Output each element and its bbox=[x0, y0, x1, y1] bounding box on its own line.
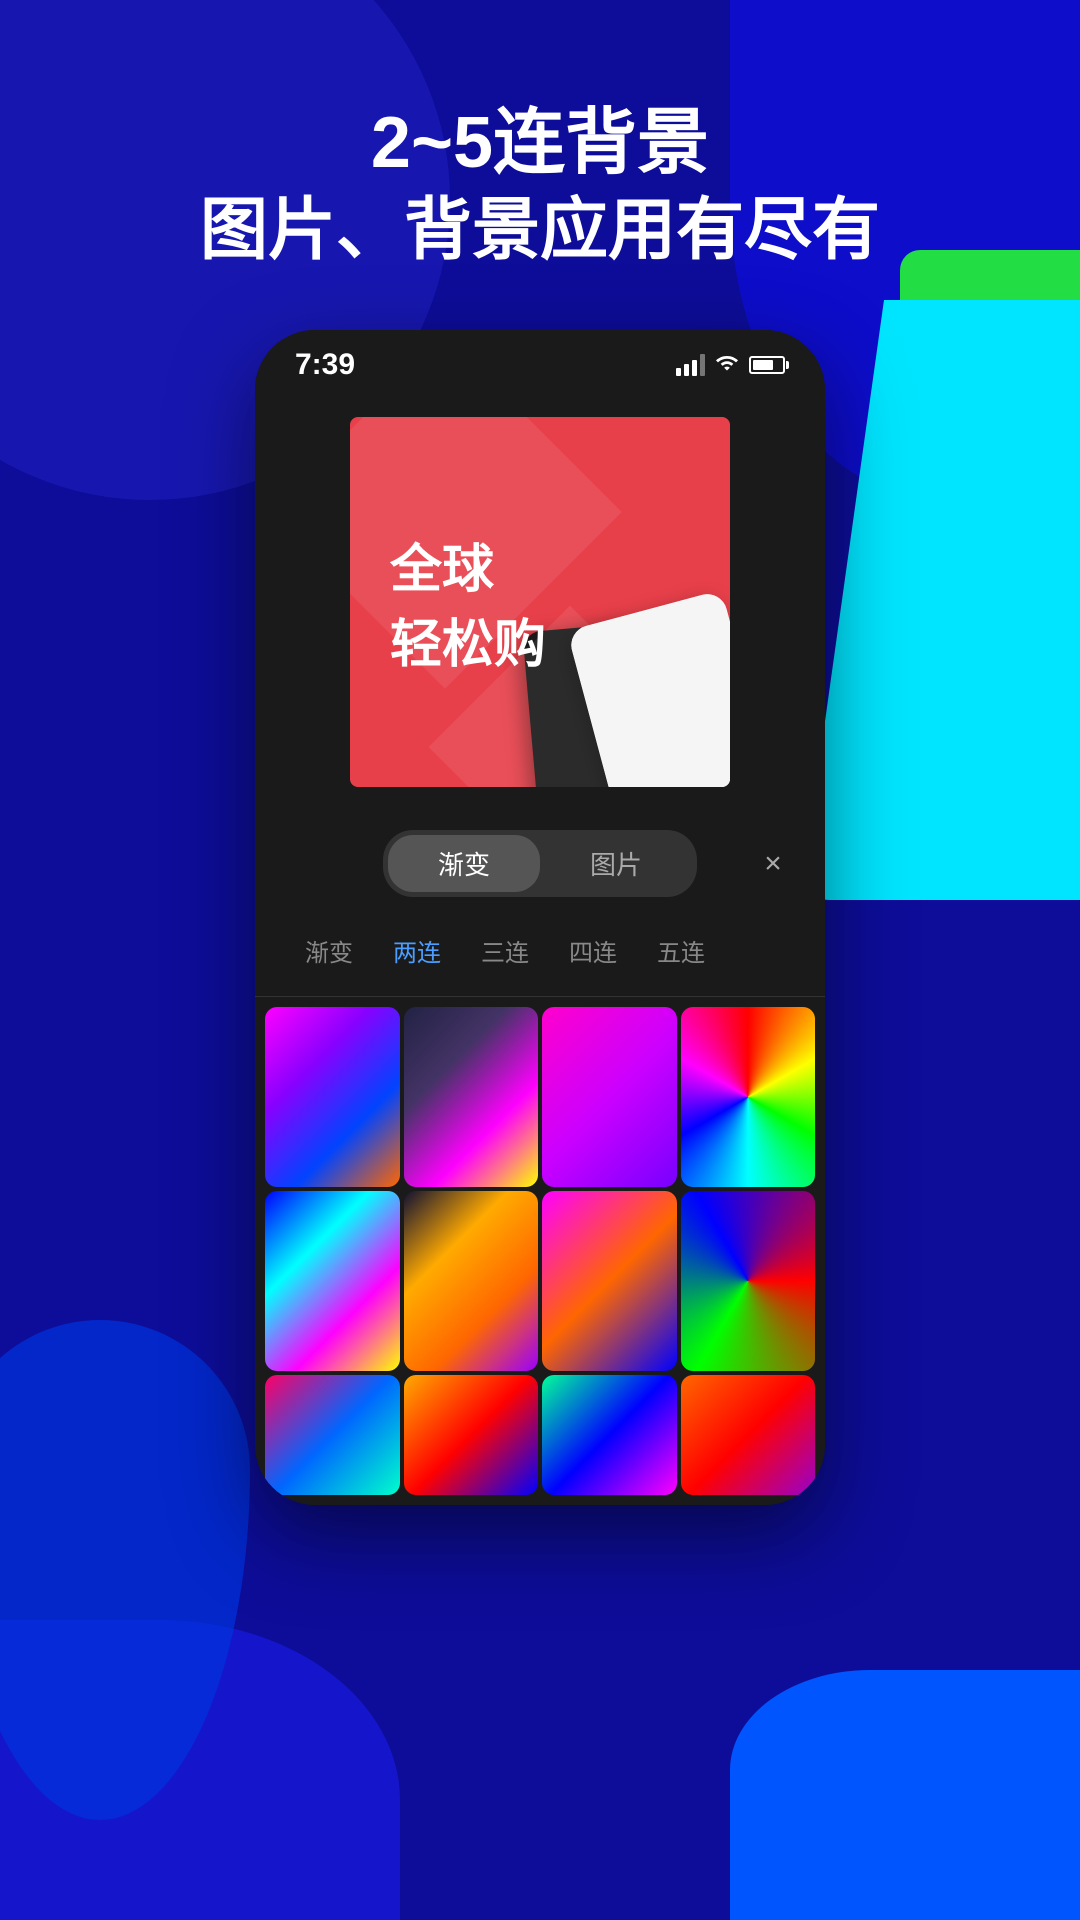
toolbar: 渐变 图片 × bbox=[255, 812, 825, 915]
filter-tab-5lian[interactable]: 五连 bbox=[637, 925, 725, 976]
status-bar: 7:39 bbox=[255, 330, 825, 392]
filter-tab-3lian[interactable]: 三连 bbox=[461, 925, 549, 976]
headline-line1: 2~5连背景 bbox=[0, 100, 1080, 186]
promo-line2: 轻松购 bbox=[390, 602, 690, 677]
filter-tab-2lian[interactable]: 两连 bbox=[373, 925, 461, 976]
filter-tabs: 渐变 两连 三连 四连 五连 bbox=[255, 915, 825, 997]
gradient-grid bbox=[255, 997, 825, 1371]
gradient-item-12[interactable] bbox=[681, 1375, 816, 1495]
status-time: 7:39 bbox=[295, 348, 355, 382]
battery-icon bbox=[749, 356, 785, 374]
tab-image[interactable]: 图片 bbox=[540, 835, 692, 892]
gradient-item-8[interactable] bbox=[681, 1191, 816, 1371]
gradient-item-1[interactable] bbox=[265, 1007, 400, 1187]
gradient-item-3[interactable] bbox=[542, 1007, 677, 1187]
gradient-item-4[interactable] bbox=[681, 1007, 816, 1187]
promo-text: 全球 轻松购 bbox=[390, 527, 690, 677]
gradient-item-5[interactable] bbox=[265, 1191, 400, 1371]
gradient-item-2[interactable] bbox=[404, 1007, 539, 1187]
gradient-item-11[interactable] bbox=[542, 1375, 677, 1495]
status-icons bbox=[676, 352, 785, 378]
gradient-grid-row2 bbox=[255, 1371, 825, 1505]
gradient-item-9[interactable] bbox=[265, 1375, 400, 1495]
gradient-item-6[interactable] bbox=[404, 1191, 539, 1371]
promo-line1: 全球 bbox=[390, 527, 690, 602]
filter-tab-4lian[interactable]: 四连 bbox=[549, 925, 637, 976]
gradient-item-7[interactable] bbox=[542, 1191, 677, 1371]
preview-area: 全球 轻松购 bbox=[255, 392, 825, 812]
toolbar-tabs: 渐变 图片 bbox=[383, 830, 697, 897]
headline-line2: 图片、背景应用有尽有 bbox=[0, 186, 1080, 274]
headline: 2~5连背景 图片、背景应用有尽有 bbox=[0, 100, 1080, 275]
phone-mockup: 7:39 bbox=[255, 330, 825, 1505]
wifi-icon bbox=[715, 352, 739, 378]
promo-card: 全球 轻松购 bbox=[350, 417, 730, 787]
close-button[interactable]: × bbox=[751, 842, 795, 886]
signal-icon bbox=[676, 354, 705, 376]
gradient-item-10[interactable] bbox=[404, 1375, 539, 1495]
bg-shape-bottomright bbox=[730, 1670, 1080, 1920]
phone-frame: 7:39 bbox=[255, 330, 825, 1505]
filter-tab-gradient[interactable]: 渐变 bbox=[285, 925, 373, 976]
tab-gradient[interactable]: 渐变 bbox=[388, 835, 540, 892]
